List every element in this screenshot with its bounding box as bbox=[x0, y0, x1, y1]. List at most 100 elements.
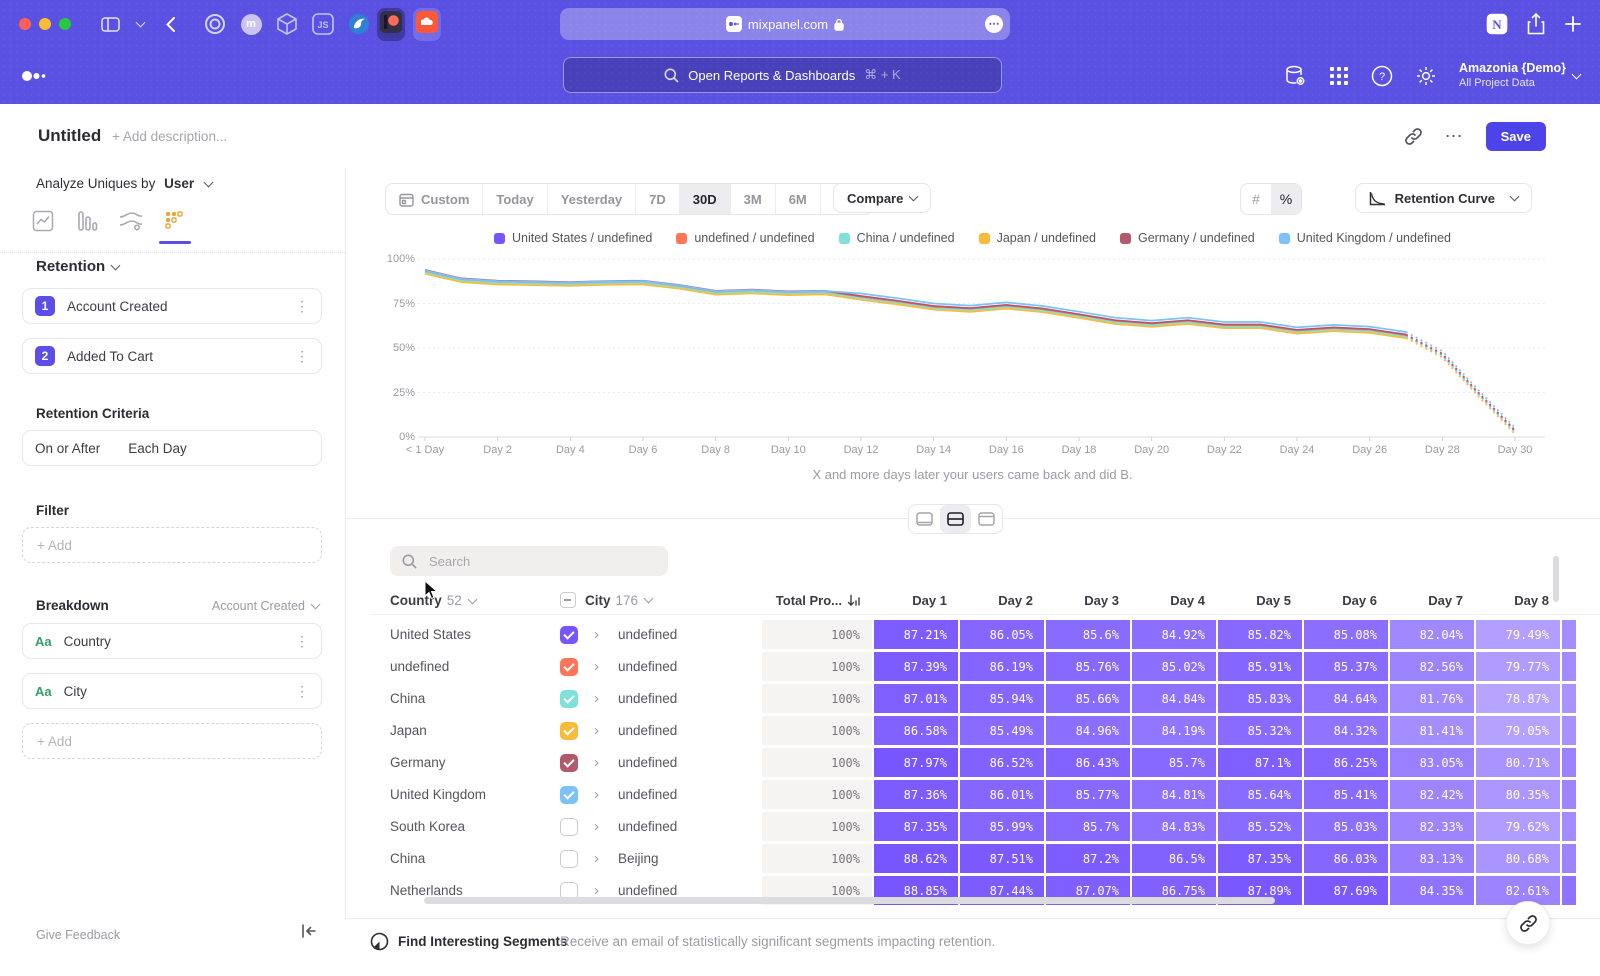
tab-retention[interactable] bbox=[162, 208, 188, 234]
table-row[interactable]: China›Beijing100%88.62%87.51%87.2%86.5%8… bbox=[370, 844, 1576, 873]
help-icon[interactable]: ? bbox=[1371, 65, 1393, 87]
series-checkbox[interactable] bbox=[560, 850, 578, 868]
count-toggle[interactable]: # bbox=[1241, 184, 1271, 214]
add-breakdown-button[interactable]: + Add bbox=[22, 723, 322, 759]
step-card-2[interactable]: 2 Added To Cart ⋮ bbox=[22, 338, 322, 374]
range-30d[interactable]: 30D bbox=[680, 184, 731, 214]
legend-item[interactable]: undefined / undefined bbox=[676, 231, 814, 245]
horizontal-scrollbar[interactable] bbox=[424, 897, 1275, 904]
criteria-window[interactable]: Each Day bbox=[128, 441, 187, 456]
soundcloud-tab-highlight[interactable] bbox=[413, 8, 441, 41]
global-search[interactable]: Open Reports & Dashboards ⌘ + K bbox=[563, 57, 1002, 93]
add-description[interactable]: + Add description... bbox=[112, 129, 227, 144]
table-row[interactable]: undefined›undefined100%87.39%86.19%85.76… bbox=[370, 652, 1576, 681]
step-card-1[interactable]: 1 Account Created ⋮ bbox=[22, 288, 322, 324]
table-row[interactable]: Germany›undefined100%87.97%86.52%86.43%8… bbox=[370, 748, 1576, 777]
series-checkbox[interactable] bbox=[560, 722, 578, 740]
retention-section-header[interactable]: Retention bbox=[36, 258, 119, 275]
report-title[interactable]: Untitled bbox=[38, 126, 101, 146]
save-button[interactable]: Save bbox=[1486, 122, 1546, 151]
more-actions-button[interactable]: ⋯ bbox=[1445, 126, 1464, 147]
series-checkbox[interactable] bbox=[560, 658, 578, 676]
series-checkbox[interactable] bbox=[560, 818, 578, 836]
expand-row-icon[interactable]: › bbox=[594, 722, 618, 739]
collapse-sidebar-icon[interactable] bbox=[301, 924, 317, 943]
legend-item[interactable]: China / undefined bbox=[839, 231, 955, 245]
breakdown-card-country[interactable]: Aa Country ⋮ bbox=[22, 623, 322, 659]
add-filter-button[interactable]: + Add bbox=[22, 527, 322, 563]
analyze-entity-dropdown[interactable]: User bbox=[164, 176, 194, 191]
table-search[interactable] bbox=[390, 546, 668, 576]
table-only-view-icon[interactable] bbox=[971, 505, 1002, 533]
back-icon[interactable] bbox=[157, 11, 183, 37]
series-checkbox[interactable] bbox=[560, 754, 578, 772]
expand-row-icon[interactable]: › bbox=[594, 626, 618, 643]
bird-tab-icon[interactable] bbox=[346, 11, 372, 37]
zoom-window-button[interactable] bbox=[59, 18, 71, 30]
percent-toggle[interactable]: % bbox=[1271, 184, 1301, 214]
mixpanel-logo[interactable] bbox=[22, 70, 48, 82]
browser-sidebar-icon[interactable] bbox=[97, 11, 123, 37]
range-yesterday[interactable]: Yesterday bbox=[548, 184, 636, 214]
address-more-icon[interactable]: ⋯ bbox=[985, 15, 1003, 33]
breakdown-card-city[interactable]: Aa City ⋮ bbox=[22, 673, 322, 709]
give-feedback-link[interactable]: Give Feedback bbox=[36, 928, 120, 942]
legend-item[interactable]: United States / undefined bbox=[494, 231, 652, 245]
table-row[interactable]: United Kingdom›undefined100%87.36%86.01%… bbox=[370, 780, 1576, 809]
tab-funnels[interactable] bbox=[74, 208, 100, 234]
legend-item[interactable]: Germany / undefined bbox=[1120, 231, 1255, 245]
range-6m[interactable]: 6M bbox=[776, 184, 821, 214]
onepassword-tab-icon[interactable] bbox=[202, 11, 228, 37]
new-tab-icon[interactable] bbox=[1564, 15, 1582, 33]
vertical-scrollbar[interactable] bbox=[1553, 556, 1559, 602]
copy-link-icon[interactable] bbox=[1404, 127, 1423, 146]
codesandbox-tab-icon[interactable] bbox=[274, 11, 300, 37]
city-column-header[interactable]: City176 bbox=[560, 592, 750, 608]
range-3m[interactable]: 3M bbox=[731, 184, 776, 214]
table-search-input[interactable] bbox=[427, 553, 631, 570]
address-bar[interactable]: mixpanel.com ⋯ bbox=[560, 8, 1010, 40]
criteria-mode[interactable]: On or After bbox=[35, 441, 100, 456]
kebab-menu-icon[interactable]: ⋮ bbox=[295, 348, 309, 365]
expand-row-icon[interactable]: › bbox=[594, 818, 618, 835]
expand-row-icon[interactable]: › bbox=[594, 786, 618, 803]
range-7d[interactable]: 7D bbox=[636, 184, 680, 214]
chart-type-dropdown[interactable]: Retention Curve bbox=[1355, 183, 1532, 213]
chevron-down-icon[interactable] bbox=[133, 11, 147, 37]
project-switcher[interactable]: Amazonia {Demo} All Project Data bbox=[1459, 61, 1580, 90]
tab-insights[interactable] bbox=[30, 208, 56, 234]
range-custom[interactable]: Custom bbox=[386, 184, 483, 214]
country-column-header[interactable]: Country52 bbox=[370, 593, 560, 608]
find-segments-link[interactable]: Find Interesting Segments bbox=[398, 934, 568, 949]
breakdown-event-dropdown[interactable]: Account Created bbox=[212, 599, 319, 613]
expand-row-icon[interactable]: › bbox=[594, 690, 618, 707]
range-today[interactable]: Today bbox=[483, 184, 547, 214]
expand-row-icon[interactable]: › bbox=[594, 754, 618, 771]
series-checkbox[interactable] bbox=[560, 626, 578, 644]
patreon-tab-highlight[interactable] bbox=[377, 8, 405, 41]
close-window-button[interactable] bbox=[19, 18, 31, 30]
series-checkbox[interactable] bbox=[560, 690, 578, 708]
table-row[interactable]: China›undefined100%87.01%85.94%85.66%84.… bbox=[370, 684, 1576, 713]
criteria-card[interactable]: On or After Each Day bbox=[22, 430, 322, 466]
data-management-icon[interactable] bbox=[1283, 64, 1307, 88]
expand-row-icon[interactable]: › bbox=[594, 658, 618, 675]
legend-item[interactable]: United Kingdom / undefined bbox=[1279, 231, 1451, 245]
select-all-checkbox[interactable] bbox=[560, 592, 576, 608]
tab-flows[interactable] bbox=[118, 208, 144, 234]
minimize-window-button[interactable] bbox=[39, 18, 51, 30]
share-link-floating-button[interactable] bbox=[1506, 901, 1550, 945]
share-icon[interactable] bbox=[1526, 12, 1546, 36]
table-row[interactable]: Japan›undefined100%86.58%85.49%84.96%84.… bbox=[370, 716, 1576, 745]
total-column-header[interactable]: Total Pro... bbox=[762, 593, 872, 608]
apps-grid-icon[interactable] bbox=[1329, 66, 1349, 86]
settings-gear-icon[interactable] bbox=[1415, 65, 1437, 87]
table-row[interactable]: South Korea›undefined100%87.35%85.99%85.… bbox=[370, 812, 1576, 841]
series-checkbox[interactable] bbox=[560, 786, 578, 804]
expand-row-icon[interactable]: › bbox=[594, 850, 618, 867]
table-row[interactable]: United States›undefined100%87.21%86.05%8… bbox=[370, 620, 1576, 649]
compare-button[interactable]: Compare bbox=[833, 183, 931, 213]
legend-item[interactable]: Japan / undefined bbox=[979, 231, 1096, 245]
mixpanel-tab-icon[interactable]: m bbox=[238, 11, 264, 37]
kebab-menu-icon[interactable]: ⋮ bbox=[295, 298, 309, 315]
